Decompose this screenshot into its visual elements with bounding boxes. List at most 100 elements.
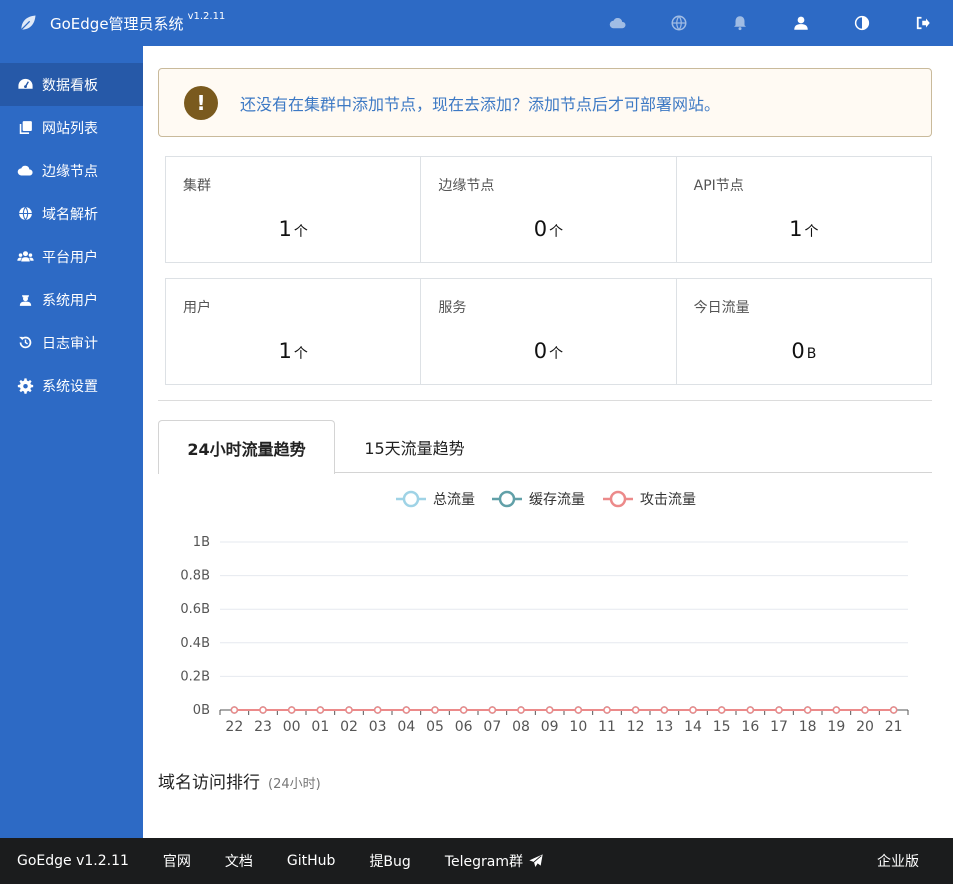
top-bar: GoEdge管理员系统 v1.2.11 [0, 0, 953, 46]
sidebar-item-platform-users[interactable]: 平台用户 [0, 235, 143, 278]
sidebar-item-label: 网站列表 [42, 120, 98, 137]
stats-row-2: 用户 1个 服务 0个 今日流量 0B [165, 278, 932, 385]
sidebar-item-edge-nodes[interactable]: 边缘节点 [0, 149, 143, 192]
sidebar-item-settings[interactable]: 系统设置 [0, 364, 143, 407]
bell-icon[interactable] [709, 0, 770, 46]
footer-link-enterprise[interactable]: 企业版 [877, 851, 919, 871]
legend-label: 攻击流量 [640, 492, 696, 508]
footer-link-github[interactable]: GitHub [287, 853, 336, 869]
sidebar-item-label: 平台用户 [42, 249, 98, 266]
cloud-icon [17, 165, 33, 176]
user-icon[interactable] [770, 0, 831, 46]
legend-swatch-marker [609, 490, 627, 508]
y-tick-label: 0.8B [180, 569, 210, 584]
stat-value: 0个 [533, 339, 564, 363]
x-tick-label: 12 [627, 719, 645, 735]
data-point [631, 706, 640, 714]
footer-link-docs[interactable]: 文档 [225, 851, 253, 871]
data-point [230, 706, 239, 714]
data-point [402, 706, 411, 714]
users-icon [17, 251, 34, 262]
x-tick-label: 23 [254, 719, 272, 735]
x-tick-label: 14 [684, 719, 702, 735]
sidebar-item-system-users[interactable]: 系统用户 [0, 278, 143, 321]
x-tick-label: 13 [655, 719, 673, 735]
data-point [316, 706, 325, 714]
y-tick-label: 1B [193, 535, 210, 550]
x-tick-label: 11 [598, 719, 616, 735]
x-tick-label: 08 [512, 719, 530, 735]
alert-message-link[interactable]: 还没有在集群中添加节点，现在去添加？添加节点后才可部署网站。 [240, 91, 720, 115]
stat-label: API节点 [693, 178, 744, 194]
app-version: v1.2.11 [187, 10, 226, 22]
stat-edge-nodes[interactable]: 边缘节点 0个 [421, 157, 677, 262]
x-tick-label: 01 [311, 719, 329, 735]
sidebar-item-label: 系统设置 [42, 378, 98, 395]
stat-today-traffic[interactable]: 今日流量 0B [677, 279, 931, 384]
stat-clusters[interactable]: 集群 1个 [166, 157, 422, 262]
y-tick-label: 0.4B [180, 636, 210, 651]
stat-api-nodes[interactable]: API节点 1个 [677, 157, 931, 262]
sidebar-item-audit-log[interactable]: 日志审计 [0, 321, 143, 364]
data-point [803, 706, 812, 714]
data-point [488, 706, 497, 714]
x-tick-label: 05 [426, 719, 444, 735]
logout-icon[interactable] [892, 0, 953, 46]
globe-icon [19, 206, 32, 221]
copy-icon [19, 121, 32, 134]
x-tick-label: 21 [885, 719, 903, 735]
cloud-icon[interactable] [587, 0, 648, 46]
data-point [431, 706, 439, 714]
sidebar-item-websites[interactable]: 网站列表 [0, 106, 143, 149]
gear-icon [17, 378, 34, 394]
y-tick-label: 0B [193, 703, 210, 718]
brand[interactable]: GoEdge管理员系统 v1.2.11 [0, 0, 225, 46]
footer: GoEdge v1.2.11 官网 文档 GitHub 提Bug Telegra… [0, 838, 953, 884]
data-point [889, 706, 898, 714]
x-tick-label: 02 [340, 719, 358, 735]
sidebar-item-label: 系统用户 [42, 292, 98, 309]
x-tick-label: 16 [741, 719, 759, 735]
tab-15d-traffic[interactable]: 15天流量趋势 [338, 420, 491, 473]
stats-row-1: 集群 1个 边缘节点 0个 API节点 1个 [165, 156, 932, 263]
stat-users[interactable]: 用户 1个 [166, 279, 422, 384]
footer-link-version[interactable]: GoEdge v1.2.11 [17, 853, 129, 869]
tab-24h-traffic[interactable]: 24小时流量趋势 [158, 420, 335, 474]
dashboard-icon [18, 78, 33, 89]
stat-value: 1个 [278, 217, 308, 241]
history-icon [19, 336, 32, 349]
sidebar-item-label: 日志审计 [42, 335, 98, 352]
data-point [717, 706, 726, 714]
divider [158, 400, 932, 401]
sidebar-item-dashboard[interactable]: 数据看板 [0, 63, 143, 106]
app-title: GoEdge管理员系统 [50, 14, 184, 33]
stat-label: 今日流量 [693, 300, 750, 316]
y-tick-label: 0.2B [180, 669, 210, 684]
section-subtitle: (24小时) [268, 777, 321, 792]
stat-services[interactable]: 服务 0个 [421, 279, 677, 384]
data-point [660, 706, 669, 714]
legend-swatch-marker [498, 490, 516, 508]
x-tick-label: 18 [799, 719, 817, 735]
sidebar-item-dns[interactable]: 域名解析 [0, 192, 143, 235]
legend-label: 缓存流量 [529, 492, 585, 508]
x-tick-label: 22 [225, 719, 243, 735]
data-point [259, 706, 267, 714]
traffic-line-chart: 0B 0.2B 0.4B 0.6B 0.8B 1B 22 23 00 01 02 03 04 05 06 07… [180, 490, 909, 735]
footer-link-website[interactable]: 官网 [163, 851, 191, 871]
data-point [603, 706, 611, 714]
globe-icon[interactable] [648, 0, 709, 46]
domain-ranking-heading: 域名访问排行 (24小时) [158, 768, 321, 793]
stat-label: 集群 [183, 178, 211, 194]
stat-value: 1个 [278, 339, 308, 363]
sidebar-item-label: 域名解析 [42, 206, 98, 223]
data-point [517, 706, 525, 714]
contrast-icon[interactable] [831, 0, 892, 46]
footer-link-report-bug[interactable]: 提Bug [369, 851, 410, 871]
warning-alert: ! 还没有在集群中添加节点，现在去添加？添加节点后才可部署网站。 [158, 68, 932, 137]
footer-link-telegram[interactable]: Telegram群 [445, 851, 544, 871]
x-tick-label: 00 [283, 719, 301, 735]
legend-swatch-marker [402, 490, 420, 508]
section-title: 域名访问排行 [158, 773, 260, 793]
x-tick-label: 06 [455, 719, 473, 735]
